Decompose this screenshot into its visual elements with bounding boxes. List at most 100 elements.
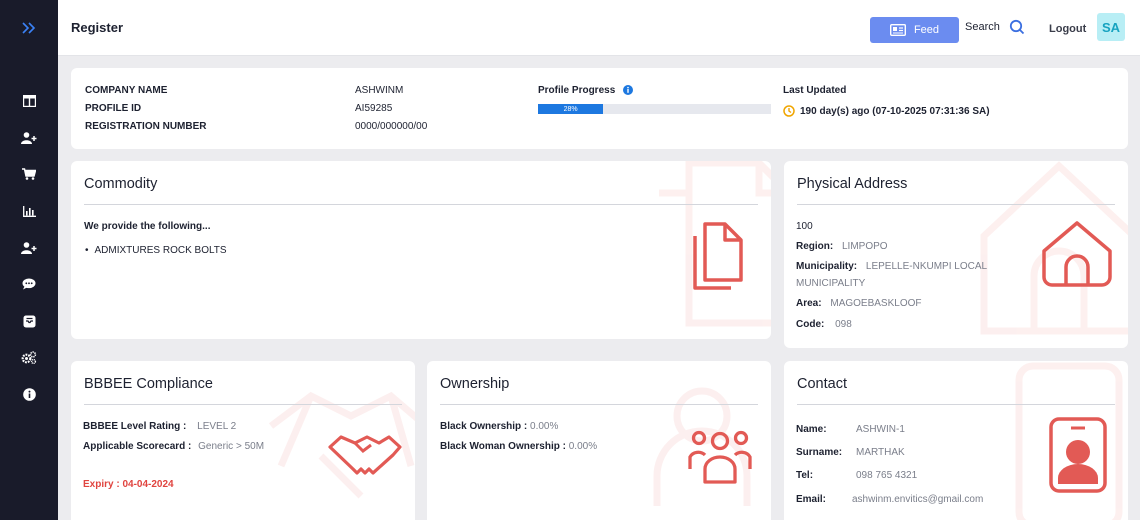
- sidebar-item-add-member[interactable]: [0, 238, 58, 258]
- feed-button-label: Feed: [913, 24, 940, 36]
- bbbee-title: BBBEE Compliance: [84, 376, 213, 392]
- commodity-title: Commodity: [84, 176, 158, 192]
- profile-id-label: PROFILE ID: [85, 103, 142, 114]
- black-woman-ownership-row: Black Woman Ownership : 0.00%: [440, 441, 597, 452]
- code-value: 098: [835, 319, 852, 330]
- gears-icon: [21, 350, 37, 364]
- sidebar-item-inbox[interactable]: [0, 311, 58, 331]
- inbox-icon: [23, 315, 35, 327]
- profile-progress-label: Profile Progress: [538, 85, 616, 96]
- commodity-intro: We provide the following...: [84, 221, 211, 232]
- chat-icon: [22, 278, 36, 290]
- profile-id-value: AI59285: [355, 103, 393, 114]
- contact-card: Contact Name: ASHWIN-1 Surname: MARTHAK …: [784, 361, 1128, 520]
- scorecard-label: Applicable Scorecard :: [83, 441, 192, 452]
- scorecard-row: Applicable Scorecard : Generic > 50M: [83, 441, 264, 452]
- avatar[interactable]: SA: [1097, 13, 1125, 41]
- region-value: LIMPOPO: [842, 241, 888, 252]
- page-title: Register: [71, 20, 124, 35]
- municipality-value-line1: LEPELLE-NKUMPI LOCAL: [865, 261, 988, 272]
- divider: [440, 404, 758, 405]
- last-updated-value: 190 day(s) ago (07-10-2025 07:31:36 SA): [800, 106, 990, 117]
- sidebar-toggle[interactable]: [0, 0, 58, 56]
- users-group-icon: [688, 430, 752, 484]
- contact-name-value: ASHWIN-1: [856, 424, 905, 435]
- list-item: • ADMIXTURES ROCK BOLTS: [85, 245, 227, 256]
- contact-email-value[interactable]: ashwinm.envitics@gmail.com: [852, 494, 983, 505]
- company-name-label: COMPANY NAME: [85, 85, 168, 96]
- bbbee-level-label: BBBEE Level Rating :: [83, 421, 187, 432]
- municipality-label: Municipality:: [796, 261, 858, 272]
- clock-icon: [783, 105, 795, 117]
- bbbee-level-value: LEVEL 2: [197, 421, 237, 432]
- feed-button[interactable]: Feed: [870, 17, 959, 43]
- sidebar-item-cart[interactable]: [0, 164, 58, 184]
- contact-surname-value: MARTHAK: [856, 447, 905, 458]
- physical-address-card: Physical Address 100 Region: LIMPOPO Mun…: [784, 161, 1128, 348]
- commodity-card: Commodity We provide the following... • A…: [71, 161, 771, 339]
- expiry-date: Expiry : 04-04-2024: [83, 479, 174, 490]
- sidebar-item-dashboard[interactable]: [0, 91, 58, 111]
- ownership-title: Ownership: [440, 376, 510, 392]
- black-woman-ownership-value: 0.00%: [568, 441, 598, 452]
- logout-link[interactable]: Logout: [1049, 23, 1086, 35]
- physical-address-title: Physical Address: [797, 176, 908, 192]
- code-row: Code: 098: [796, 319, 852, 330]
- handshake-icon: [328, 435, 402, 475]
- add-user-icon: [21, 132, 37, 144]
- bbbee-compliance-card: BBBEE Compliance BBBEE Level Rating : LE…: [71, 361, 415, 520]
- bar-chart-icon: [22, 205, 36, 217]
- ownership-card: Ownership Black Ownership : 0.00% Black …: [427, 361, 771, 520]
- sidebar-item-reports[interactable]: [0, 201, 58, 221]
- id-card-icon: [889, 24, 906, 36]
- search-label[interactable]: Search: [965, 21, 1000, 33]
- area-value: MAGOEBASKLOOF: [830, 298, 922, 309]
- black-ownership-value: 0.00%: [530, 421, 559, 432]
- black-ownership-row: Black Ownership : 0.00%: [440, 421, 558, 432]
- municipality-row: Municipality: LEPELLE-NKUMPI LOCAL: [796, 261, 987, 272]
- add-user-icon: [21, 242, 37, 254]
- contact-name-label: Name:: [796, 424, 827, 435]
- double-chevron-right-icon: [22, 22, 36, 34]
- municipality-value-line2: MUNICIPALITY: [796, 278, 866, 289]
- region-row: Region: LIMPOPO: [796, 241, 888, 252]
- scorecard-value: Generic > 50M: [198, 441, 265, 452]
- region-label: Region:: [796, 241, 834, 252]
- house-icon: [1042, 221, 1112, 287]
- bbbee-level-row: BBBEE Level Rating : LEVEL 2: [83, 421, 236, 432]
- sidebar-item-info[interactable]: [0, 384, 58, 404]
- contact-title: Contact: [797, 376, 847, 392]
- black-woman-ownership-label: Black Woman Ownership :: [440, 441, 566, 452]
- sidebar: [0, 0, 58, 520]
- contact-tel-value: 098 765 4321: [856, 470, 918, 481]
- search-icon[interactable]: [1009, 19, 1025, 35]
- registration-number-label: REGISTRATION NUMBER: [85, 121, 207, 132]
- divider: [84, 204, 758, 205]
- area-row: Area: MAGOEBASKLOOF: [796, 298, 922, 309]
- area-label: Area:: [796, 298, 822, 309]
- divider: [84, 404, 402, 405]
- code-label: Code:: [796, 319, 825, 330]
- dashboard-icon: [22, 95, 36, 107]
- sidebar-item-settings[interactable]: [0, 347, 58, 367]
- contact-surname-label: Surname:: [796, 447, 843, 458]
- info-icon: [22, 387, 36, 401]
- cart-icon: [22, 168, 36, 180]
- profile-progress-bar: 28%: [538, 104, 771, 114]
- last-updated-label: Last Updated: [783, 85, 847, 96]
- address-line1: 100: [796, 221, 813, 232]
- topbar: Register Feed Search Logout SA: [58, 0, 1140, 56]
- sidebar-item-add-user[interactable]: [0, 128, 58, 148]
- black-ownership-label: Black Ownership :: [440, 421, 528, 432]
- divider: [797, 404, 1115, 405]
- info-icon[interactable]: [623, 85, 633, 95]
- contact-badge-icon: [1049, 417, 1107, 493]
- profile-progress-fill: 28%: [538, 104, 604, 114]
- contact-tel-label: Tel:: [796, 470, 814, 481]
- profile-summary-card: COMPANY NAME ASHWINM PROFILE ID AI59285 …: [71, 68, 1128, 149]
- documents-icon: [693, 222, 743, 290]
- divider: [797, 204, 1115, 205]
- contact-email-label: Email:: [796, 494, 827, 505]
- sidebar-item-messages[interactable]: [0, 274, 58, 294]
- registration-number-value: 0000/000000/00: [355, 121, 428, 132]
